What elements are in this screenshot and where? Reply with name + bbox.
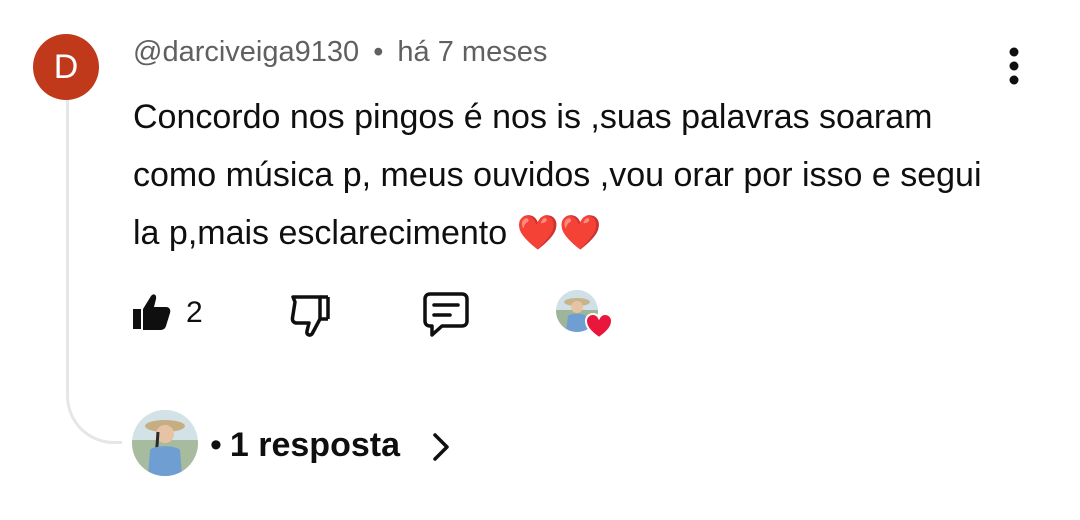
author-handle[interactable]: @darciveiga9130 — [133, 36, 359, 68]
creator-heart — [556, 290, 616, 342]
comment-timestamp: há 7 meses — [397, 36, 548, 68]
comment-meta: @darciveiga9130 • há 7 meses — [133, 36, 547, 69]
reply-author-avatar — [132, 410, 198, 476]
replies-count-label: 1 resposta — [229, 426, 400, 464]
more-vert-icon[interactable] — [1000, 44, 1028, 88]
heart-icon — [584, 312, 614, 340]
like-count: 2 — [186, 296, 203, 329]
comment-icon[interactable] — [420, 288, 472, 340]
replies-link[interactable]: • 1 resposta — [210, 426, 400, 465]
replies-bullet: • — [210, 426, 222, 464]
comment-body: Concordo nos pingos é nos is ,suas palav… — [133, 88, 1013, 262]
thread-connector-line — [66, 98, 122, 444]
thumbs-down-icon[interactable] — [286, 290, 334, 338]
thumbs-up-icon[interactable] — [130, 290, 174, 334]
chevron-right-icon[interactable] — [428, 430, 454, 464]
author-avatar[interactable]: D — [33, 34, 99, 100]
heart-emojis: ❤️❤️ — [516, 214, 602, 252]
avatar-letter: D — [53, 48, 79, 86]
meta-separator: • — [373, 36, 384, 68]
